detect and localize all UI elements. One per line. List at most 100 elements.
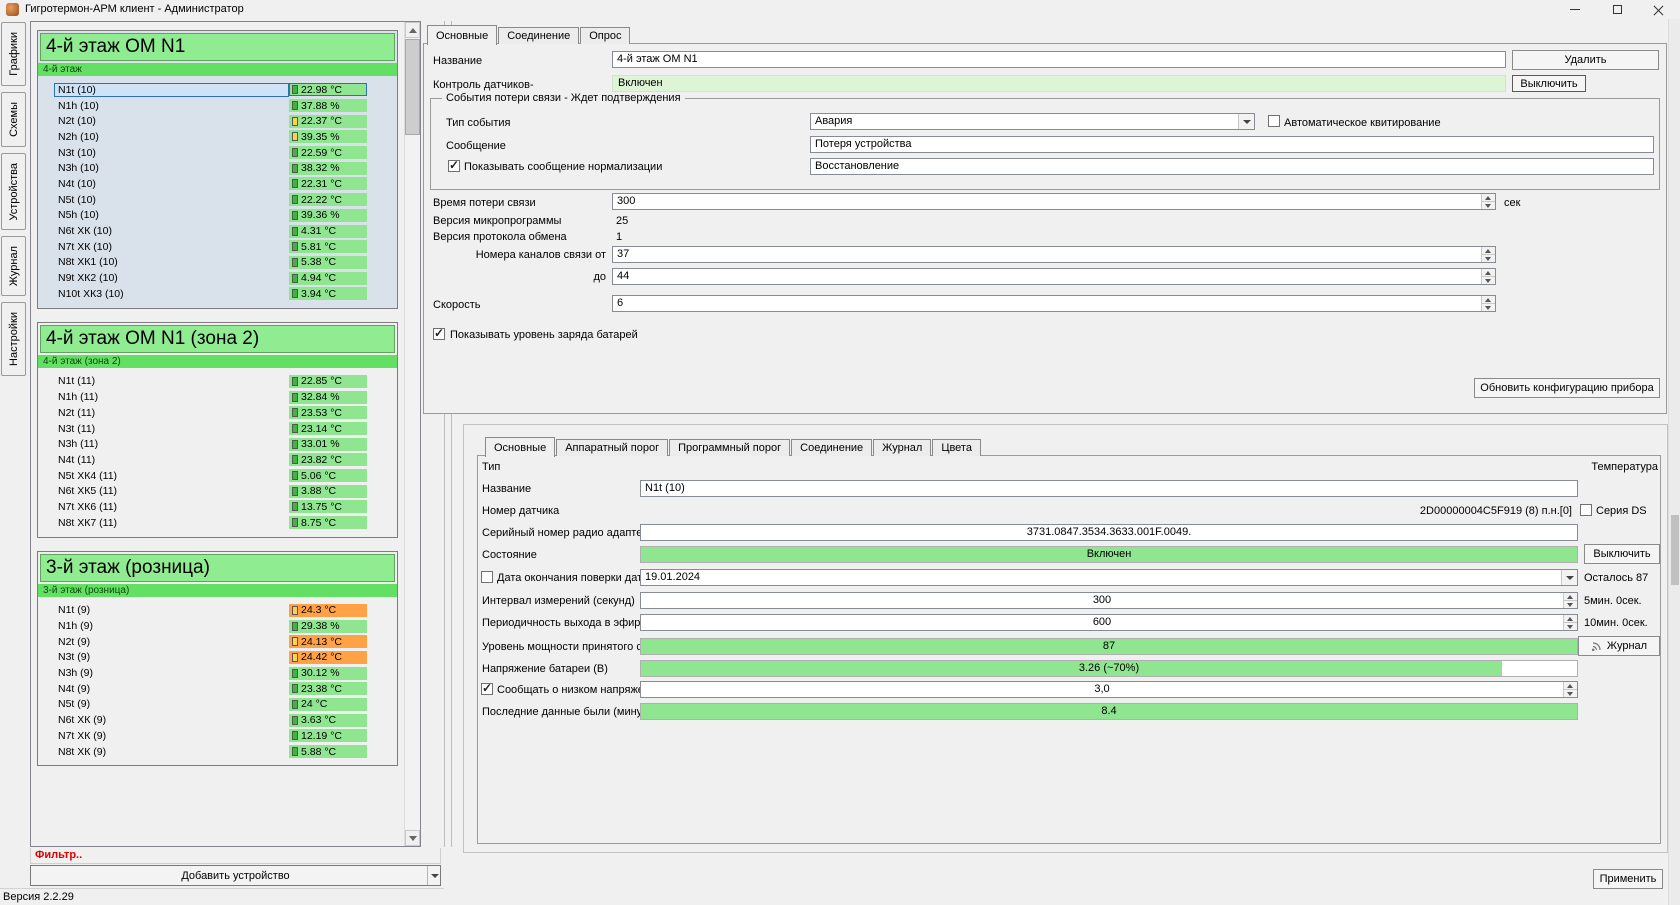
scrollbar-thumb[interactable]: [1671, 515, 1679, 585]
window-scrollbar[interactable]: [1668, 19, 1680, 905]
sensor-row[interactable]: N2t (9) 24.13 °C: [38, 634, 397, 650]
spin-down-icon[interactable]: [1482, 201, 1495, 209]
tab-sensor-main[interactable]: Основные: [485, 437, 556, 457]
update-config-button[interactable]: Обновить конфигурацию прибора: [1474, 378, 1660, 398]
sensor-row[interactable]: N5t (10) 22.22 °C: [38, 192, 397, 208]
spin-up-icon[interactable]: [1564, 593, 1577, 600]
sensor-row[interactable]: N2h (10) 39.35 %: [38, 129, 397, 145]
event-type-combo[interactable]: Авария: [810, 113, 1255, 130]
interval-spinner[interactable]: 300: [640, 592, 1578, 609]
tab-device-main[interactable]: Основные: [427, 25, 498, 45]
scroll-up-icon[interactable]: [405, 22, 420, 38]
sensor-row[interactable]: N4t (10) 22.31 °C: [38, 176, 397, 192]
ds-series-checkbox[interactable]: [1580, 504, 1592, 516]
disable-sensor-button[interactable]: Выключить: [1584, 544, 1660, 564]
low-battery-spinner[interactable]: 3,0: [640, 681, 1578, 698]
sensor-row[interactable]: N3h (10) 38.32 %: [38, 160, 397, 176]
add-device-button[interactable]: Добавить устройство: [30, 865, 441, 886]
apply-button[interactable]: Применить: [1593, 869, 1663, 889]
sensor-row[interactable]: N1h (10) 37.88 %: [38, 98, 397, 114]
show-normalization-checkbox[interactable]: [448, 158, 460, 172]
sensor-row[interactable]: N8t ХК (9) 5.88 °C: [38, 744, 397, 760]
filter-label[interactable]: Фильтр..: [30, 848, 441, 864]
sensor-row[interactable]: N5t ХК4 (11) 5.06 °C: [38, 468, 397, 484]
minimize-button[interactable]: [1554, 0, 1596, 19]
sensor-row[interactable]: N6t ХК (9) 3.63 °C: [38, 712, 397, 728]
spin-up-icon[interactable]: [1564, 615, 1577, 622]
tab-sensor-connection[interactable]: Соединение: [791, 439, 873, 456]
sensor-row[interactable]: N3h (11) 33.01 %: [38, 436, 397, 452]
normalization-message-input[interactable]: Восстановление: [810, 158, 1654, 175]
sensor-row[interactable]: N10t ХК3 (10) 3.94 °C: [38, 286, 397, 302]
scrollbar-thumb[interactable]: [405, 39, 420, 135]
loss-time-spinner[interactable]: 300: [612, 193, 1496, 210]
show-battery-checkbox[interactable]: [433, 326, 445, 340]
sensor-row[interactable]: N3t (10) 22.59 °C: [38, 145, 397, 161]
tab-sensor-journal[interactable]: Журнал: [873, 439, 932, 456]
radio-serial-input[interactable]: 3731.0847.3534.3633.001F.0049.: [640, 524, 1578, 541]
sensor-row[interactable]: N7t ХК (9) 12.19 °C: [38, 728, 397, 744]
sensor-row[interactable]: N1t (11) 22.85 °C: [38, 374, 397, 390]
sensor-row[interactable]: N1h (9) 29.38 %: [38, 618, 397, 634]
channel-from-spinner[interactable]: 37: [612, 246, 1496, 263]
verification-date-checkbox[interactable]: [481, 571, 493, 583]
sensor-row[interactable]: N3h (9) 30.12 %: [38, 665, 397, 681]
close-button[interactable]: [1638, 0, 1680, 19]
sensor-row[interactable]: N3t (9) 24.42 °C: [38, 650, 397, 666]
tab-journal[interactable]: Журнал: [1, 236, 26, 297]
sensor-row[interactable]: N7t ХК6 (11) 13.75 °C: [38, 499, 397, 515]
low-battery-checkbox[interactable]: [481, 681, 493, 695]
tab-graphs[interactable]: Графики: [1, 22, 26, 86]
scroll-down-icon[interactable]: [405, 830, 420, 846]
chevron-down-icon[interactable]: [427, 866, 440, 885]
air-period-spinner[interactable]: 600: [640, 614, 1578, 631]
sensor-row[interactable]: N6t ХК5 (11) 3.88 °C: [38, 483, 397, 499]
sensor-row[interactable]: N8t ХК1 (10) 5.38 °C: [38, 255, 397, 271]
spin-down-icon[interactable]: [1564, 689, 1577, 697]
speed-spinner[interactable]: 6: [612, 295, 1496, 312]
auto-ack-checkbox[interactable]: [1268, 115, 1280, 127]
device-name-input[interactable]: 4-й этаж ОМ N1: [612, 51, 1506, 68]
sensor-row[interactable]: N1t (9) 24.3 °C: [38, 603, 397, 619]
spin-up-icon[interactable]: [1482, 247, 1495, 254]
sensor-row[interactable]: N8t ХК7 (11) 8.75 °C: [38, 515, 397, 531]
loss-message-input[interactable]: Потеря устройства: [810, 136, 1654, 153]
chevron-down-icon[interactable]: [1238, 114, 1254, 129]
channel-to-spinner[interactable]: 44: [612, 268, 1496, 285]
spin-up-icon[interactable]: [1482, 296, 1495, 303]
spin-down-icon[interactable]: [1564, 600, 1577, 608]
journal-button[interactable]: Журнал: [1578, 636, 1660, 656]
sensor-row[interactable]: N2t (10) 22.37 °C: [38, 113, 397, 129]
sensor-row[interactable]: N1h (11) 32.84 %: [38, 389, 397, 405]
sensor-row[interactable]: N1t (10) 22.98 °C: [38, 82, 397, 98]
spin-up-icon[interactable]: [1482, 269, 1495, 276]
group-title[interactable]: 3-й этаж (розница): [40, 553, 395, 582]
tab-device-poll[interactable]: Опрос: [580, 27, 631, 44]
delete-device-button[interactable]: Удалить: [1512, 50, 1659, 70]
group-title[interactable]: 4-й этаж ОМ N1: [40, 33, 395, 61]
sensor-row[interactable]: N2t (11) 23.53 °C: [38, 405, 397, 421]
tab-schemes[interactable]: Схемы: [1, 91, 26, 147]
spin-down-icon[interactable]: [1482, 276, 1495, 284]
tab-device-connection[interactable]: Соединение: [498, 27, 580, 44]
tab-software-threshold[interactable]: Программный порог: [669, 439, 791, 456]
sensor-row[interactable]: N5h (10) 39.36 %: [38, 208, 397, 224]
spin-up-icon[interactable]: [1564, 682, 1577, 689]
sensor-row[interactable]: N6t ХК (10) 4.31 °C: [38, 223, 397, 239]
spin-down-icon[interactable]: [1482, 254, 1495, 262]
spin-up-icon[interactable]: [1482, 194, 1495, 201]
sensor-row[interactable]: N7t ХК (10) 5.81 °C: [38, 239, 397, 255]
maximize-button[interactable]: [1596, 0, 1638, 19]
sensor-row[interactable]: N4t (9) 23.38 °C: [38, 681, 397, 697]
spin-down-icon[interactable]: [1482, 303, 1495, 311]
disable-control-button[interactable]: Выключить: [1512, 75, 1586, 92]
sensor-row[interactable]: N3t (11) 23.14 °C: [38, 421, 397, 437]
tab-hardware-threshold[interactable]: Аппаратный порог: [556, 439, 669, 456]
group-title[interactable]: 4-й этаж ОМ N1 (зона 2): [40, 324, 395, 353]
tab-devices[interactable]: Устройства: [1, 152, 26, 231]
verification-date-combo[interactable]: 19.01.2024: [640, 569, 1578, 586]
tab-settings[interactable]: Настройки: [1, 302, 26, 377]
sensor-row[interactable]: N5t (9) 24 °C: [38, 697, 397, 713]
device-list-scrollbar[interactable]: [404, 22, 420, 846]
tab-sensor-colors[interactable]: Цвета: [932, 439, 981, 456]
